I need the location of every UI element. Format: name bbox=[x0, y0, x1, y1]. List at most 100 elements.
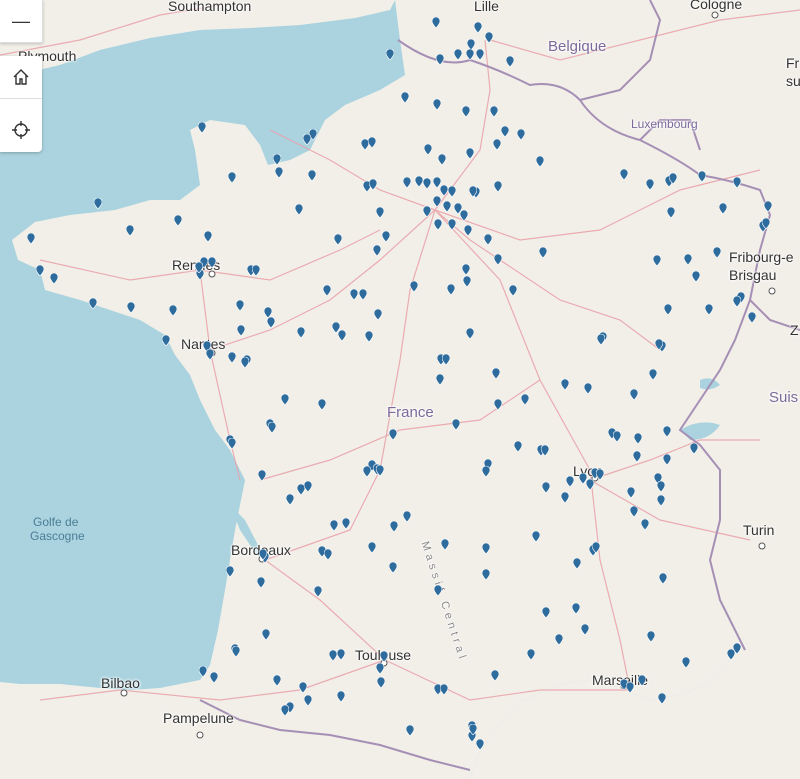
map-pin-marker[interactable] bbox=[281, 394, 289, 405]
map-pin-marker[interactable] bbox=[338, 330, 346, 341]
map-pin-marker[interactable] bbox=[424, 144, 432, 155]
map-pin-marker[interactable] bbox=[94, 198, 102, 209]
map-pin-marker[interactable] bbox=[401, 92, 409, 103]
map-pin-marker[interactable] bbox=[415, 176, 423, 187]
map-pin-marker[interactable] bbox=[273, 675, 281, 686]
map-pin-marker[interactable] bbox=[539, 247, 547, 258]
map-pin-marker[interactable] bbox=[658, 693, 666, 704]
map-pin-marker[interactable] bbox=[649, 369, 657, 380]
map-pin-marker[interactable] bbox=[490, 106, 498, 117]
map-pin-marker[interactable] bbox=[659, 573, 667, 584]
map-pin-marker[interactable] bbox=[463, 276, 471, 287]
map-pin-marker[interactable] bbox=[232, 646, 240, 657]
map-pin-marker[interactable] bbox=[304, 481, 312, 492]
map-pin-marker[interactable] bbox=[199, 666, 207, 677]
map-pin-marker[interactable] bbox=[377, 677, 385, 688]
map-pin-marker[interactable] bbox=[664, 304, 672, 315]
map-pin-marker[interactable] bbox=[440, 684, 448, 695]
map-pin-marker[interactable] bbox=[368, 137, 376, 148]
map-pin-marker[interactable] bbox=[406, 725, 414, 736]
map-pin-marker[interactable] bbox=[403, 511, 411, 522]
map-pin-marker[interactable] bbox=[469, 186, 477, 197]
map-pin-marker[interactable] bbox=[596, 469, 604, 480]
map-pin-marker[interactable] bbox=[527, 649, 535, 660]
map-pin-marker[interactable] bbox=[653, 255, 661, 266]
map-pin-marker[interactable] bbox=[423, 206, 431, 217]
map-pin-marker[interactable] bbox=[204, 231, 212, 242]
map-pin-marker[interactable] bbox=[698, 171, 706, 182]
map-pin-marker[interactable] bbox=[323, 285, 331, 296]
map-pin-marker[interactable] bbox=[281, 705, 289, 716]
map-pin-marker[interactable] bbox=[433, 99, 441, 110]
map-pin-marker[interactable] bbox=[376, 465, 384, 476]
map-pin-marker[interactable] bbox=[258, 470, 266, 481]
map-pin-marker[interactable] bbox=[442, 354, 450, 365]
map-pin-marker[interactable] bbox=[727, 649, 735, 660]
map-pin-marker[interactable] bbox=[460, 210, 468, 221]
map-pin-marker[interactable] bbox=[514, 441, 522, 452]
map-pin-marker[interactable] bbox=[466, 49, 474, 60]
map-pin-marker[interactable] bbox=[330, 520, 338, 531]
map-pin-marker[interactable] bbox=[228, 172, 236, 183]
map-pin-marker[interactable] bbox=[275, 167, 283, 178]
map-pin-marker[interactable] bbox=[441, 539, 449, 550]
map-pin-marker[interactable] bbox=[476, 49, 484, 60]
map-pin-marker[interactable] bbox=[581, 624, 589, 635]
map-pin-marker[interactable] bbox=[655, 339, 663, 350]
map-pin-marker[interactable] bbox=[267, 317, 275, 328]
map-pin-marker[interactable] bbox=[713, 247, 721, 258]
home-button[interactable] bbox=[0, 56, 42, 99]
map-pin-marker[interactable] bbox=[438, 154, 446, 165]
map-pin-marker[interactable] bbox=[484, 234, 492, 245]
map-pin-marker[interactable] bbox=[210, 672, 218, 683]
map-pin-marker[interactable] bbox=[493, 139, 501, 150]
map-pin-marker[interactable] bbox=[436, 54, 444, 65]
map-pin-marker[interactable] bbox=[334, 234, 342, 245]
map-pin-marker[interactable] bbox=[376, 207, 384, 218]
map-pin-marker[interactable] bbox=[613, 431, 621, 442]
map-pin-marker[interactable] bbox=[657, 495, 665, 506]
map-pin-marker[interactable] bbox=[448, 219, 456, 230]
map-pin-marker[interactable] bbox=[318, 399, 326, 410]
map-pin-marker[interactable] bbox=[641, 519, 649, 530]
map-pin-marker[interactable] bbox=[764, 201, 772, 212]
map-pin-marker[interactable] bbox=[561, 379, 569, 390]
map-pin-marker[interactable] bbox=[423, 178, 431, 189]
map-pin-marker[interactable] bbox=[646, 179, 654, 190]
map-pin-marker[interactable] bbox=[586, 479, 594, 490]
map-pin-marker[interactable] bbox=[620, 169, 628, 180]
map-pin-marker[interactable] bbox=[363, 466, 371, 477]
map-pin-marker[interactable] bbox=[692, 271, 700, 282]
map-pin-marker[interactable] bbox=[506, 56, 514, 67]
map-pin-marker[interactable] bbox=[286, 494, 294, 505]
map-pin-marker[interactable] bbox=[373, 245, 381, 256]
map-pin-marker[interactable] bbox=[447, 284, 455, 295]
map-pin-marker[interactable] bbox=[382, 231, 390, 242]
map-pin-marker[interactable] bbox=[195, 262, 203, 273]
map-pin-marker[interactable] bbox=[492, 368, 500, 379]
map-pin-marker[interactable] bbox=[228, 352, 236, 363]
map-pin-marker[interactable] bbox=[162, 335, 170, 346]
map-pin-marker[interactable] bbox=[494, 399, 502, 410]
map-pin-marker[interactable] bbox=[466, 328, 474, 339]
map-pin-marker[interactable] bbox=[174, 215, 182, 226]
map-pin-marker[interactable] bbox=[389, 429, 397, 440]
map-pin-marker[interactable] bbox=[440, 185, 448, 196]
map-pin-marker[interactable] bbox=[748, 312, 756, 323]
map-pin-marker[interactable] bbox=[541, 445, 549, 456]
map-pin-marker[interactable] bbox=[337, 649, 345, 660]
map-pin-marker[interactable] bbox=[561, 492, 569, 503]
map-pin-marker[interactable] bbox=[555, 634, 563, 645]
map-pin-marker[interactable] bbox=[374, 309, 382, 320]
map-pin-marker[interactable] bbox=[403, 177, 411, 188]
map-pin-marker[interactable] bbox=[494, 254, 502, 265]
map-pin-marker[interactable] bbox=[376, 663, 384, 674]
map-pin-marker[interactable] bbox=[532, 531, 540, 542]
map-pin-marker[interactable] bbox=[536, 156, 544, 167]
map-pin-marker[interactable] bbox=[433, 196, 441, 207]
map-pin-marker[interactable] bbox=[273, 154, 281, 165]
map-pin-marker[interactable] bbox=[657, 481, 665, 492]
map-pin-marker[interactable] bbox=[299, 682, 307, 693]
map-pin-marker[interactable] bbox=[434, 219, 442, 230]
map-pin-marker[interactable] bbox=[663, 426, 671, 437]
